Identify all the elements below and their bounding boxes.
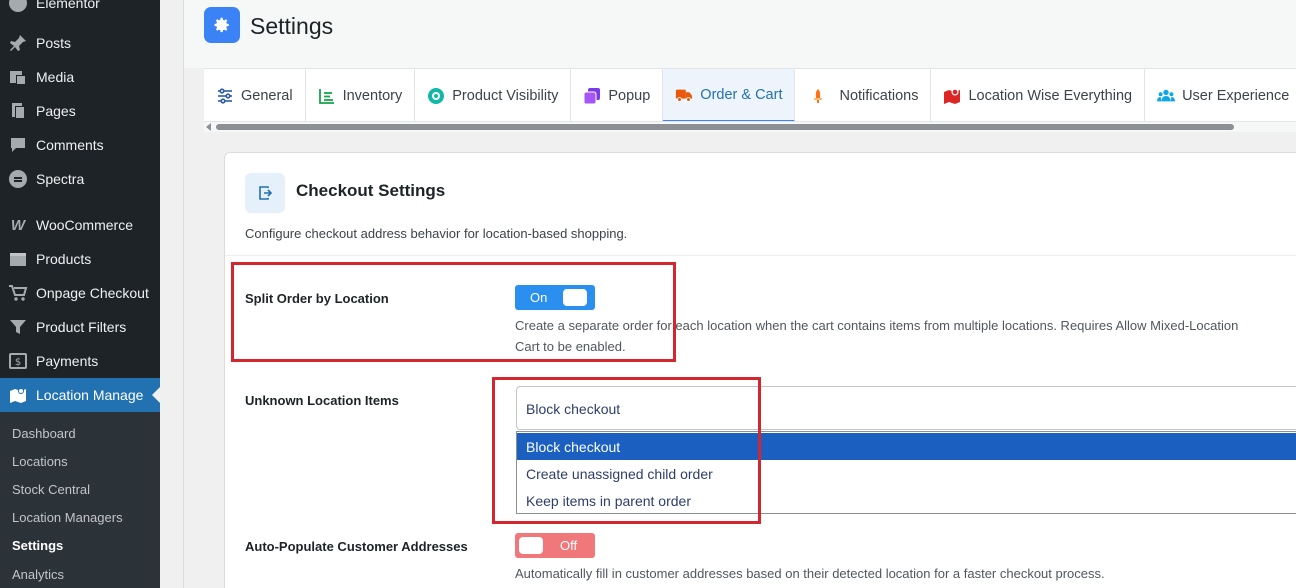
tab-label: Order & Cart — [700, 86, 783, 103]
sidebar-item-comments[interactable]: Comments — [0, 128, 160, 162]
payments-icon: $ — [0, 351, 36, 371]
sidebar-item-pages[interactable]: Pages — [0, 94, 160, 128]
sidebar-item-label: Product Filters — [36, 319, 127, 335]
unknown-location-label: Unknown Location Items — [245, 393, 399, 408]
tab-label: User Experience — [1182, 87, 1290, 104]
map-icon — [0, 385, 36, 405]
page-title: Settings — [250, 13, 334, 39]
chart-icon — [318, 87, 336, 105]
tab-user-experience[interactable]: User Experience — [1145, 69, 1296, 121]
popup-icon — [583, 87, 601, 105]
sidebar-item-products[interactable]: Products — [0, 242, 160, 276]
sidebar-item-product-filters[interactable]: Product Filters — [0, 310, 160, 344]
card-title: Checkout Settings — [296, 181, 446, 200]
filter-icon — [0, 317, 36, 337]
comments-icon — [0, 135, 36, 155]
sliders-icon — [216, 87, 234, 105]
sidebar-item-label: Payments — [36, 353, 99, 369]
tab-label: Notifications — [839, 87, 919, 104]
submenu-locations[interactable]: Locations — [12, 454, 68, 469]
woocommerce-icon: W — [10, 216, 26, 234]
eye-icon — [427, 87, 445, 105]
elementor-icon — [0, 0, 36, 13]
tab-label: Popup — [608, 87, 651, 104]
sidebar-item-label: Spectra — [36, 171, 85, 187]
sidebar-item-label: Elementor — [36, 0, 100, 11]
tab-general[interactable]: General — [204, 69, 306, 121]
tab-order-cart[interactable]: Order & Cart — [663, 69, 796, 121]
highlight-box — [492, 377, 761, 524]
auto-populate-help: Automatically fill in customer addresses… — [515, 566, 1105, 581]
page-header — [184, 0, 1296, 68]
sidebar-item-woocommerce[interactable]: W WooCommerce — [0, 208, 160, 242]
tab-product-visibility[interactable]: Product Visibility — [415, 69, 572, 121]
sidebar-item-label: WooCommerce — [36, 217, 133, 233]
submenu-analytics[interactable]: Analytics — [12, 567, 64, 582]
settings-tabs: General Inventory Product Visibility Pop… — [204, 68, 1296, 122]
sidebar-item-onpage-checkout[interactable]: Onpage Checkout — [0, 276, 160, 310]
tab-popup[interactable]: Popup — [571, 69, 664, 121]
media-icon — [0, 67, 36, 87]
highlight-box — [231, 262, 676, 362]
divider — [225, 255, 1296, 256]
sidebar-item-label: Pages — [36, 103, 76, 119]
toggle-state: Off — [560, 538, 578, 553]
sidebar-item-label: Posts — [36, 35, 72, 51]
submenu-location-managers[interactable]: Location Managers — [12, 510, 123, 525]
toggle-knob — [519, 537, 543, 554]
sidebar-item-label: Location Manage — [36, 387, 144, 403]
sidebar-item-payments[interactable]: $ Payments — [0, 344, 160, 378]
truck-icon — [675, 86, 693, 104]
pin-icon — [0, 33, 36, 53]
products-icon — [0, 249, 36, 269]
submenu-dashboard[interactable]: Dashboard — [12, 426, 76, 441]
svg-text:$: $ — [15, 357, 21, 368]
auto-populate-toggle[interactable]: Off — [515, 533, 595, 558]
submenu-settings[interactable]: Settings — [12, 538, 63, 553]
admin-sidebar: Elementor Posts Media Pages Comments Spe… — [0, 0, 160, 588]
sidebar-item-label: Onpage Checkout — [36, 285, 149, 301]
sidebar-item-label: Media — [36, 69, 75, 85]
tab-label: Product Visibility — [452, 87, 559, 104]
sidebar-item-posts[interactable]: Posts — [0, 26, 160, 60]
bell-icon — [809, 87, 827, 105]
tab-label: General — [241, 87, 293, 104]
sidebar-item-label: Comments — [36, 137, 104, 153]
tab-label: Inventory — [342, 87, 403, 104]
submenu-stock-central[interactable]: Stock Central — [12, 482, 90, 497]
location-manage-submenu: Dashboard Locations Stock Central Locati… — [0, 412, 160, 588]
tabs-scrollbar-thumb[interactable] — [216, 124, 1234, 130]
tab-label: Location Wise Everything — [968, 87, 1133, 104]
tab-inventory[interactable]: Inventory — [306, 69, 416, 121]
sidebar-item-elementor[interactable]: Elementor — [0, 0, 160, 20]
cart-icon — [0, 283, 36, 303]
sidebar-item-location-manage[interactable]: Location Manage — [0, 378, 160, 412]
checkout-icon — [245, 173, 285, 213]
map-marker-icon — [943, 87, 961, 105]
tab-location-wise-everything[interactable]: Location Wise Everything — [931, 69, 1146, 121]
scroll-left-arrow[interactable] — [206, 123, 211, 131]
sidebar-item-spectra[interactable]: Spectra — [0, 162, 160, 196]
auto-populate-label: Auto-Populate Customer Addresses — [245, 539, 468, 554]
settings-gear-icon — [204, 7, 240, 43]
sidebar-item-media[interactable]: Media — [0, 60, 160, 94]
pages-icon — [0, 101, 36, 121]
card-description: Configure checkout address behavior for … — [245, 226, 628, 241]
spectra-icon — [0, 169, 36, 189]
divider — [183, 0, 184, 588]
tab-notifications[interactable]: Notifications — [795, 69, 932, 121]
users-icon — [1157, 87, 1176, 105]
sidebar-item-label: Products — [36, 251, 92, 267]
